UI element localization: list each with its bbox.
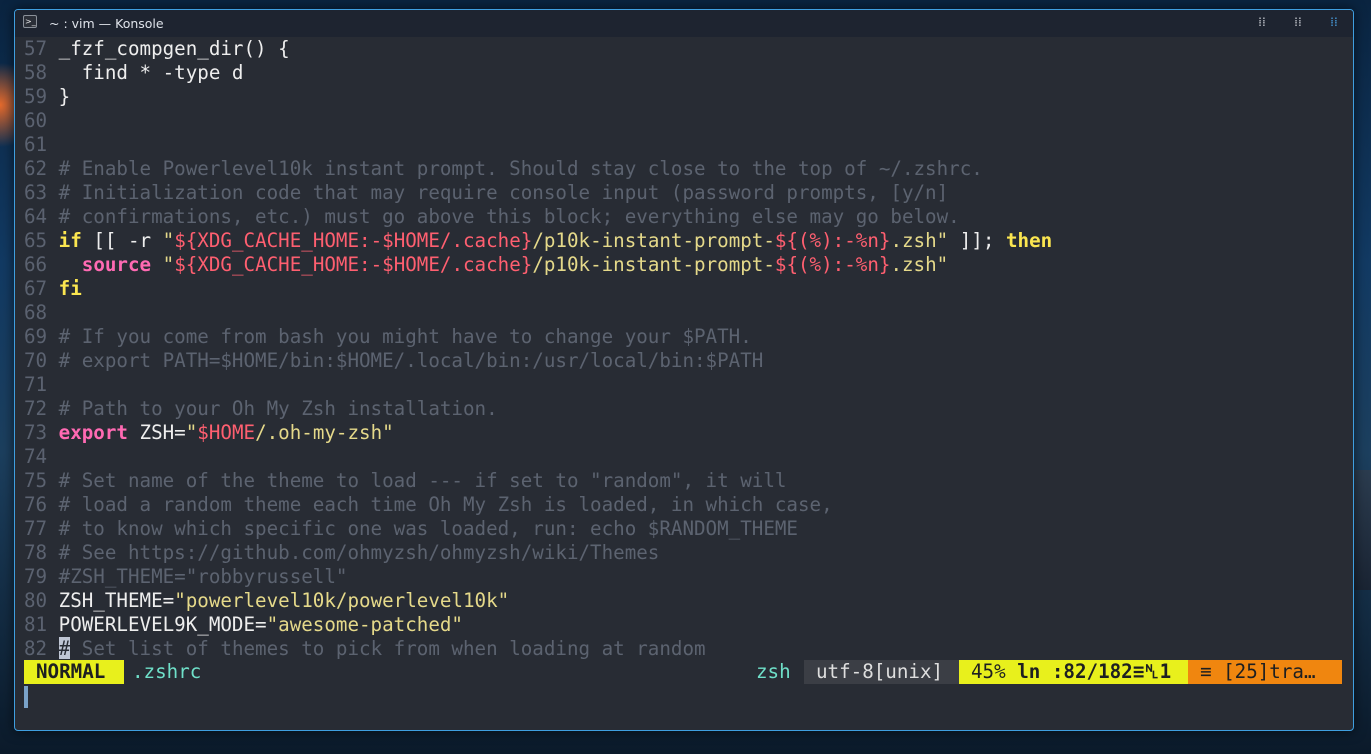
line-number: 81 <box>24 613 59 636</box>
line-number: 79 <box>24 565 59 588</box>
line-text: if [[ -r "${XDG_CACHE_HOME:-$HOME/.cache… <box>58 229 1053 252</box>
line-text: # Path to your Oh My Zsh installation. <box>58 397 498 420</box>
vim-command-line[interactable] <box>24 684 1342 708</box>
line-text: # Enable Powerlevel10k instant prompt. S… <box>58 157 983 180</box>
window-split-button[interactable]: ⁞⁞ <box>1291 15 1305 29</box>
line-number: 80 <box>24 589 59 612</box>
line-number: 82 <box>24 637 59 659</box>
line-number: 66 <box>24 253 59 276</box>
code-line[interactable]: 79 #ZSH_THEME="robbyrussell" <box>24 565 1342 589</box>
line-number: 71 <box>24 373 59 396</box>
line-text: # confirmations, etc.) must go above thi… <box>58 205 960 228</box>
konsole-window: >_ ~ : vim — Konsole ⁞⁞ ⁞⁞ ⁞⁞ 57 _fzf_co… <box>14 9 1354 731</box>
grid-icon: ⁞⁞ <box>1258 15 1266 29</box>
filename-label: .zshrc <box>132 660 202 683</box>
text-cursor <box>24 686 28 708</box>
scroll-percent: 45% <box>971 660 1006 683</box>
code-line[interactable]: 76 # load a random theme each time Oh My… <box>24 493 1342 517</box>
code-line[interactable]: 67 fi <box>24 277 1342 301</box>
encoding-label: utf-8[unix] <box>804 660 959 684</box>
window-menu-button[interactable]: ⁞⁞ <box>1255 15 1269 29</box>
line-number: 67 <box>24 277 59 300</box>
code-line[interactable]: 81 POWERLEVEL9K_MODE="awesome-patched" <box>24 613 1342 637</box>
code-line[interactable]: 61 <box>24 133 1342 157</box>
line-number: 61 <box>24 133 59 156</box>
window-title: ~ : vim — Konsole <box>49 16 164 31</box>
code-line[interactable]: 73 export ZSH="$HOME/.oh-my-zsh" <box>24 421 1342 445</box>
filetype-label: zsh <box>756 660 791 683</box>
line-text: #ZSH_THEME="robbyrussell" <box>58 565 348 588</box>
code-line[interactable]: 65 if [[ -r "${XDG_CACHE_HOME:-$HOME/.ca… <box>24 229 1342 253</box>
code-line[interactable]: 68 <box>24 301 1342 325</box>
code-line[interactable]: 62 # Enable Powerlevel10k instant prompt… <box>24 157 1342 181</box>
code-line[interactable]: 58 find * -type d <box>24 61 1342 85</box>
line-text: ZSH_THEME="powerlevel10k/powerlevel10k" <box>58 589 510 612</box>
line-text: } <box>58 85 71 108</box>
line-text: find * -type d <box>58 61 244 84</box>
code-line[interactable]: 64 # confirmations, etc.) must go above … <box>24 205 1342 229</box>
code-line[interactable]: 78 # See https://github.com/ohmyzsh/ohmy… <box>24 541 1342 565</box>
terminal-icon[interactable]: >_ <box>23 15 37 28</box>
line-text: POWERLEVEL9K_MODE="awesome-patched" <box>58 613 463 636</box>
line-number: 63 <box>24 181 59 204</box>
code-line[interactable]: 74 <box>24 445 1342 469</box>
line-number: 62 <box>24 157 59 180</box>
line-number: 72 <box>24 397 59 420</box>
line-column: ln :82/182≡␤1 <box>1017 660 1172 683</box>
line-number: 64 <box>24 205 59 228</box>
code-line[interactable]: 57 _fzf_compgen_dir() { <box>24 37 1342 61</box>
line-number: 74 <box>24 445 59 468</box>
window-tile-button[interactable]: ⁞⁞ <box>1327 15 1341 29</box>
line-text: # Initialization code that may require c… <box>58 181 949 204</box>
grid-icon: ⁞⁞ <box>1294 15 1302 29</box>
line-number: 58 <box>24 61 59 84</box>
code-line[interactable]: 75 # Set name of the theme to load --- i… <box>24 469 1342 493</box>
mode-indicator: NORMAL <box>24 660 124 684</box>
code-line[interactable]: 72 # Path to your Oh My Zsh installation… <box>24 397 1342 421</box>
line-number: 57 <box>24 37 59 60</box>
line-number: 77 <box>24 517 59 540</box>
trailing-whitespace-warning: ≡ [25]tra… <box>1188 660 1342 684</box>
line-text: # load a random theme each time Oh My Zs… <box>58 493 833 516</box>
line-number: 73 <box>24 421 59 444</box>
line-text: # export PATH=$HOME/bin:$HOME/.local/bin… <box>58 349 764 372</box>
line-text: export ZSH="$HOME/.oh-my-zsh" <box>58 421 394 444</box>
line-number: 78 <box>24 541 59 564</box>
line-number: 68 <box>24 301 59 324</box>
code-line[interactable]: 60 <box>24 109 1342 133</box>
line-text: # See https://github.com/ohmyzsh/ohmyzsh… <box>58 541 660 564</box>
line-number: 60 <box>24 109 59 132</box>
line-text: # If you come from bash you might have t… <box>58 325 752 348</box>
line-number: 65 <box>24 229 59 252</box>
cursor-position: 45% ln :82/182≡␤1 <box>959 660 1188 684</box>
line-number: 76 <box>24 493 59 516</box>
code-line[interactable]: 63 # Initialization code that may requir… <box>24 181 1342 205</box>
line-text: # Set list of themes to pick from when l… <box>58 637 706 659</box>
code-line[interactable]: 82 # Set list of themes to pick from whe… <box>24 637 1342 659</box>
vim-editor-buffer[interactable]: 57 _fzf_compgen_dir() {58 find * -type d… <box>24 37 1342 659</box>
line-number: 75 <box>24 469 59 492</box>
line-text: fi <box>58 277 82 300</box>
code-line[interactable]: 66 source "${XDG_CACHE_HOME:-$HOME/.cach… <box>24 253 1342 277</box>
line-text: source "${XDG_CACHE_HOME:-$HOME/.cache}/… <box>81 253 949 276</box>
code-line[interactable]: 69 # If you come from bash you might hav… <box>24 325 1342 349</box>
vim-statusline: NORMAL .zshrc zsh utf-8[unix] 45% ln :82… <box>24 660 1342 684</box>
code-line[interactable]: 59 } <box>24 85 1342 109</box>
code-line[interactable]: 77 # to know which specific one was load… <box>24 517 1342 541</box>
line-number: 59 <box>24 85 59 108</box>
grid-icon: ⁞⁞ <box>1330 15 1338 29</box>
line-text: _fzf_compgen_dir() { <box>58 37 290 60</box>
code-line[interactable]: 80 ZSH_THEME="powerlevel10k/powerlevel10… <box>24 589 1342 613</box>
window-titlebar[interactable]: >_ ~ : vim — Konsole ⁞⁞ ⁞⁞ ⁞⁞ <box>15 10 1353 37</box>
line-number: 69 <box>24 325 59 348</box>
code-line[interactable]: 70 # export PATH=$HOME/bin:$HOME/.local/… <box>24 349 1342 373</box>
line-text: # Set name of the theme to load --- if s… <box>58 469 787 492</box>
line-number: 70 <box>24 349 59 372</box>
line-text: # to know which specific one was loaded,… <box>58 517 798 540</box>
code-line[interactable]: 71 <box>24 373 1342 397</box>
